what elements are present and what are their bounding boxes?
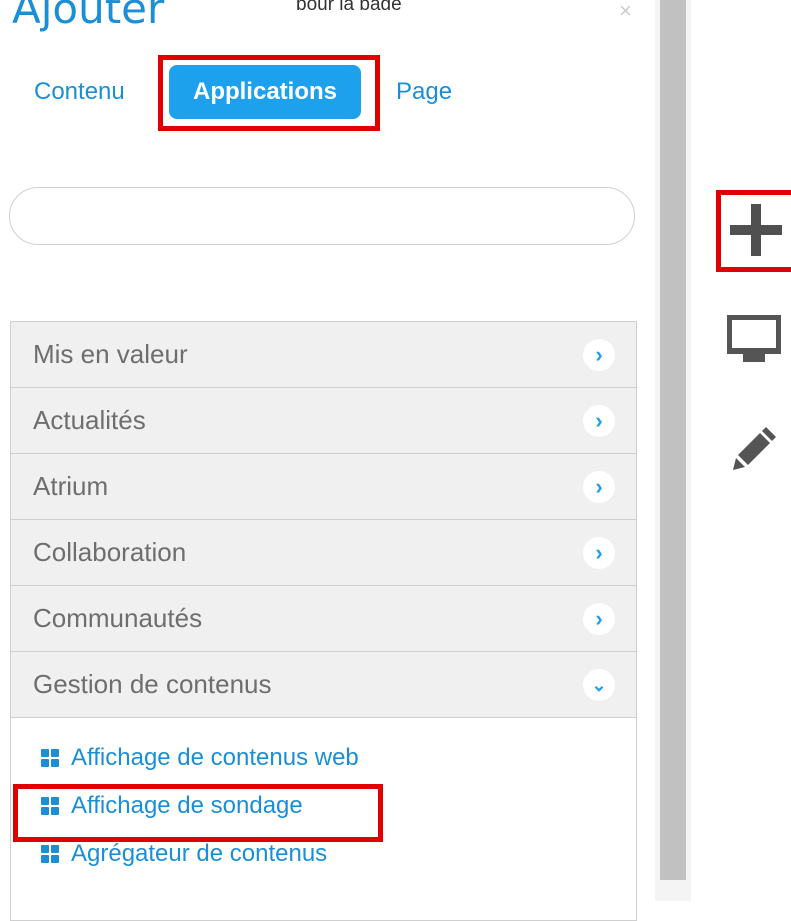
chevron-down-icon: ⌄	[583, 669, 615, 701]
category-label: Mis en valeur	[33, 339, 188, 369]
list-item[interactable]: Affichage de sondage	[11, 782, 636, 830]
grid-icon	[41, 797, 59, 815]
chevron-right-icon: ›	[583, 471, 615, 503]
category-label: Gestion de contenus	[33, 669, 272, 699]
list-item-label: Affichage de sondage	[71, 792, 303, 819]
monitor-icon	[727, 315, 781, 354]
search-input[interactable]	[9, 187, 635, 245]
chevron-right-icon: ›	[583, 405, 615, 437]
list-item[interactable]: Agrégateur de contenus	[11, 830, 636, 878]
category-label: Atrium	[33, 471, 109, 501]
grid-icon	[41, 749, 59, 767]
tab-applications[interactable]: Applications	[169, 65, 361, 119]
list-item[interactable]: Affichage de contenus web	[11, 734, 636, 782]
scrollbar-thumb[interactable]	[660, 0, 686, 880]
category-mis-en-valeur[interactable]: Mis en valeur ›	[11, 322, 636, 388]
category-communautes[interactable]: Communautés ›	[11, 586, 636, 652]
category-actualites[interactable]: Actualités ›	[11, 388, 636, 454]
tab-contenu[interactable]: Contenu	[34, 62, 125, 122]
close-icon[interactable]: ×	[619, 0, 632, 22]
tab-page[interactable]: Page	[396, 62, 452, 122]
top-clipped-text: pour la page	[296, 0, 616, 10]
expanded-list: Affichage de contenus web Affichage de s…	[11, 718, 636, 878]
category-atrium[interactable]: Atrium ›	[11, 454, 636, 520]
chevron-right-icon: ›	[583, 537, 615, 569]
pencil-icon[interactable]	[732, 425, 778, 471]
category-collaboration[interactable]: Collaboration ›	[11, 520, 636, 586]
monitor-stand	[743, 353, 765, 362]
grid-icon	[41, 845, 59, 863]
category-label: Actualités	[33, 405, 146, 435]
applications-accordion: Mis en valeur › Actualités › Atrium › Co…	[10, 321, 637, 921]
panel-title: Ajouter	[12, 0, 165, 33]
chevron-right-icon: ›	[583, 603, 615, 635]
plus-icon-stroke	[751, 204, 761, 256]
list-item-label: Affichage de contenus web	[71, 744, 359, 771]
category-gestion-de-contenus[interactable]: Gestion de contenus ⌄	[11, 652, 636, 718]
category-label: Communautés	[33, 603, 203, 633]
chevron-right-icon: ›	[583, 339, 615, 371]
list-item-label: Agrégateur de contenus	[71, 840, 328, 867]
category-label: Collaboration	[33, 537, 187, 567]
